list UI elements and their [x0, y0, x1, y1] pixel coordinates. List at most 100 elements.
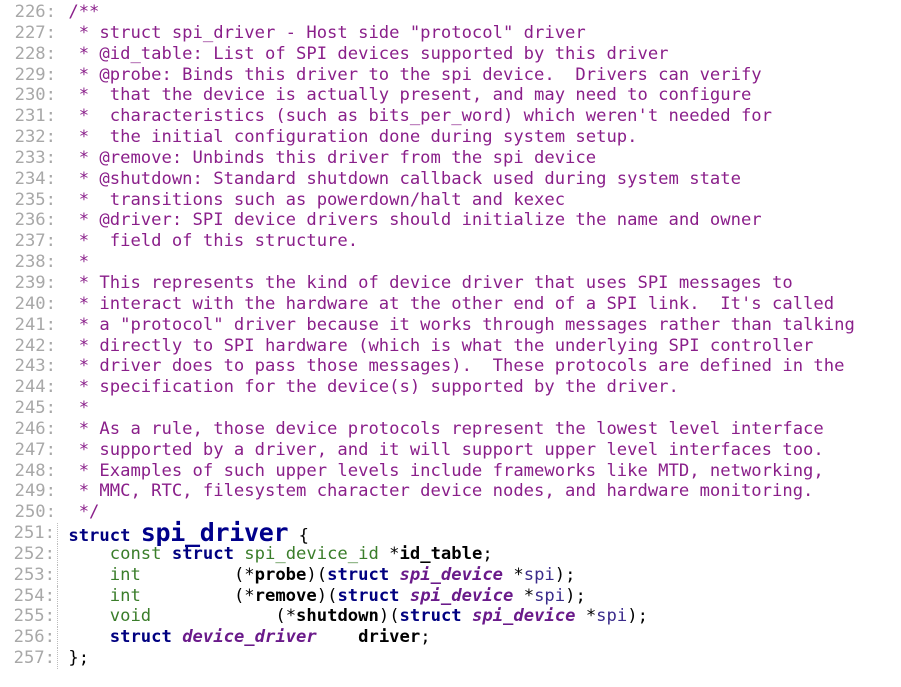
- code-token: )(: [316, 585, 338, 606]
- code-token: struct: [109, 627, 183, 648]
- line-number: 251:: [0, 523, 58, 544]
- code-token: * supported by a driver, and it will sup…: [68, 439, 824, 460]
- code-token: struct: [171, 543, 245, 564]
- code-token: */: [68, 502, 100, 523]
- line-number: 243:: [14, 356, 56, 377]
- code-token: * driver does to pass those messages). T…: [68, 356, 845, 377]
- code-line: 231: * characteristics (such as bits_per…: [0, 106, 901, 127]
- code-text: * characteristics (such as bits_per_word…: [68, 106, 772, 127]
- line-number: 244:: [14, 377, 56, 398]
- code-text: *: [68, 398, 89, 419]
- code-text: * @shutdown: Standard shutdown callback …: [68, 169, 741, 190]
- code-line: 226: /**: [0, 2, 901, 23]
- line-number: 233:: [14, 147, 56, 168]
- code-line: 251: struct spi_driver {: [0, 520, 901, 546]
- code-token: * interact with the hardware at the othe…: [68, 293, 835, 314]
- line-number: 246:: [14, 418, 56, 439]
- code-line: 237: * field of this structure.: [0, 231, 901, 252]
- code-line: 245: *: [0, 398, 901, 419]
- code-text: * Examples of such upper levels include …: [68, 460, 824, 482]
- code-text: * @probe: Binds this driver to the spi d…: [68, 64, 762, 86]
- code-text: * @driver: SPI device drivers should ini…: [68, 210, 762, 231]
- code-token: * struct spi_driver - Host side "protoco…: [68, 22, 586, 43]
- code-line: 240: * interact with the hardware at the…: [0, 294, 901, 315]
- code-line: 242: * directly to SPI hardware (which i…: [0, 336, 901, 357]
- code-token: )(: [378, 606, 400, 627]
- code-token: * specification for the device(s) suppor…: [68, 377, 679, 398]
- code-text: *: [68, 252, 89, 273]
- code-token: ;: [420, 627, 431, 648]
- code-token: * MMC, RTC, filesystem character device …: [68, 481, 814, 502]
- code-line: 241: * a "protocol" driver because it wo…: [0, 315, 901, 336]
- code-token: * field of this structure.: [68, 231, 359, 252]
- code-text: * directly to SPI hardware (which is wha…: [68, 335, 814, 357]
- line-number: 230:: [14, 85, 56, 106]
- code-token: *: [513, 585, 535, 606]
- code-token: * directly to SPI hardware (which is wha…: [68, 335, 814, 356]
- code-line: 227: * struct spi_driver - Host side "pr…: [0, 23, 901, 44]
- code-line: 228: * @id_table: List of SPI devices su…: [0, 44, 901, 65]
- code-token: * As a rule, those device protocols repr…: [68, 418, 824, 439]
- code-token: * transitions such as powerdown/halt and…: [68, 189, 566, 210]
- code-token: spi_device: [399, 564, 504, 585]
- code-token: * Examples of such upper levels include …: [68, 460, 824, 481]
- code-token: );: [554, 564, 576, 585]
- code-token: *: [68, 252, 90, 273]
- code-token: shutdown: [296, 606, 379, 627]
- code-token: * This represents the kind of device dri…: [68, 272, 793, 293]
- code-token: );: [627, 606, 648, 627]
- line-number: 239:: [14, 272, 56, 293]
- code-token: struct: [337, 585, 410, 606]
- code-line: 243: * driver does to pass those message…: [0, 356, 901, 377]
- line-number: 228:: [14, 43, 56, 64]
- code-token: id_table: [399, 543, 483, 564]
- line-number: 252:: [0, 543, 58, 565]
- code-token: * @probe: Binds this driver to the spi d…: [68, 64, 762, 85]
- line-number: 229:: [14, 64, 56, 85]
- line-number: 245:: [14, 398, 56, 419]
- code-token: spi_device: [471, 606, 576, 627]
- code-token: int: [109, 564, 141, 585]
- line-number: 248:: [14, 460, 56, 481]
- code-token: * that the device is actually present, a…: [68, 85, 752, 106]
- code-text: * the initial configuration done during …: [68, 127, 638, 148]
- code-token: spi_driver: [140, 518, 289, 548]
- code-token: spi_device_id: [244, 543, 390, 564]
- code-token: *: [68, 398, 90, 419]
- code-line: 247: * supported by a driver, and it wil…: [0, 440, 901, 461]
- code-token: driver: [358, 627, 421, 648]
- code-token: probe: [254, 564, 307, 585]
- code-text: int (*remove)(struct spi_device *spi);: [68, 585, 586, 607]
- line-number: 234:: [14, 168, 56, 189]
- code-token: spi: [534, 585, 566, 606]
- code-text: /**: [68, 2, 99, 23]
- code-text: void (*shutdown)(struct spi_device *spi)…: [68, 606, 648, 627]
- code-token: (*: [151, 606, 297, 627]
- code-token: );: [565, 585, 586, 606]
- code-token: * @shutdown: Standard shutdown callback …: [68, 168, 741, 189]
- code-line: 257: };: [0, 648, 901, 669]
- code-text: * struct spi_driver - Host side "protoco…: [68, 22, 586, 44]
- code-line: 239: * This represents the kind of devic…: [0, 273, 901, 294]
- code-text: * supported by a driver, and it will sup…: [68, 439, 824, 461]
- line-number: 235:: [14, 189, 56, 210]
- code-token: * the initial configuration done during …: [68, 127, 638, 148]
- line-number: 255:: [0, 606, 58, 628]
- code-viewer: 226: /** 227: * struct spi_driver - Host …: [0, 0, 901, 687]
- line-number: 257:: [0, 648, 58, 669]
- line-number: 247:: [14, 439, 56, 460]
- code-text: */: [68, 502, 100, 523]
- code-text: const struct spi_device_id *id_table;: [68, 543, 493, 565]
- code-token: (*: [140, 585, 255, 606]
- code-token: *: [575, 606, 597, 627]
- line-number: 253:: [0, 564, 58, 586]
- code-text: * @id_table: List of SPI devices support…: [68, 44, 669, 65]
- code-token: /**: [68, 2, 100, 22]
- code-line: 244: * specification for the device(s) s…: [0, 377, 901, 398]
- code-token: void: [109, 606, 152, 627]
- code-token: struct: [327, 564, 400, 585]
- code-token: int: [109, 585, 141, 606]
